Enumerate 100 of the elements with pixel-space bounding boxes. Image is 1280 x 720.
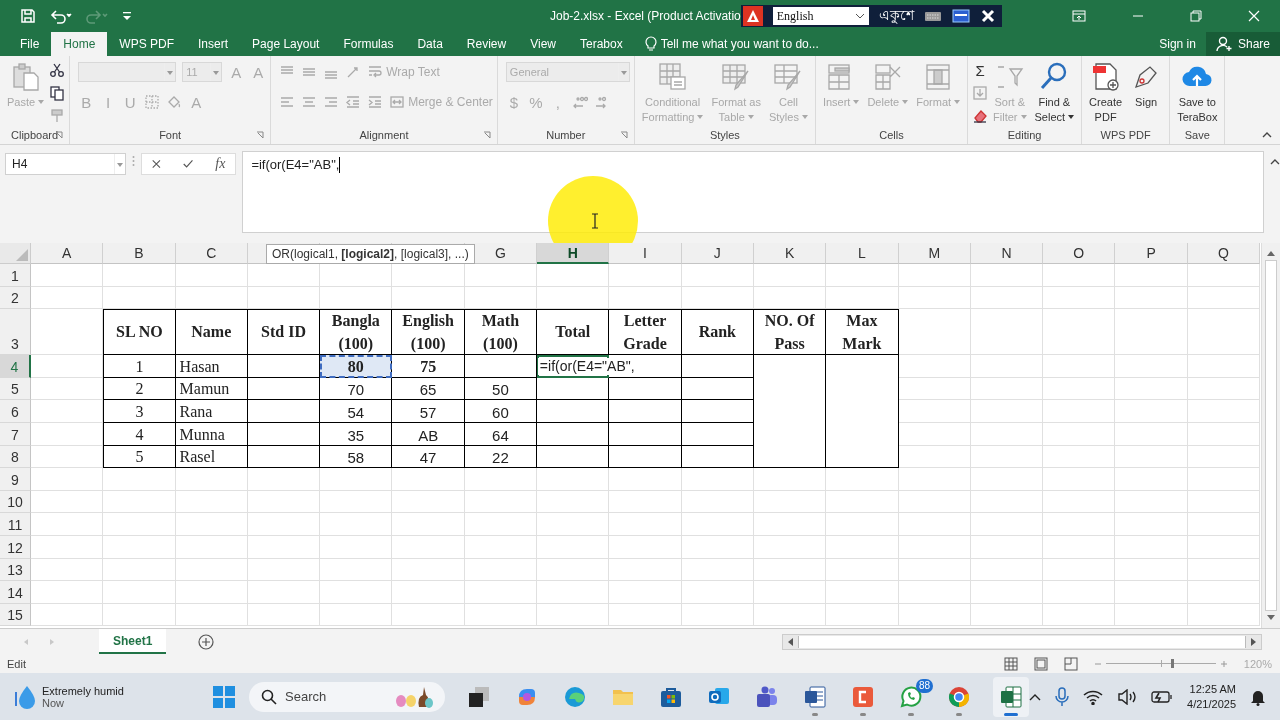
eraser-icon[interactable] xyxy=(972,108,989,124)
wifi-icon[interactable] xyxy=(1083,688,1104,705)
sheet-cell[interactable] xyxy=(175,581,248,604)
sheet-cell[interactable] xyxy=(970,309,1044,356)
row-header[interactable]: 13 xyxy=(0,558,31,582)
sheet-cell[interactable] xyxy=(681,513,754,536)
dialog-launcher-icon[interactable] xyxy=(482,131,491,139)
row-header[interactable]: 12 xyxy=(0,535,31,559)
sheet-cell[interactable] xyxy=(175,264,248,287)
sheet-cell[interactable] xyxy=(1187,490,1261,514)
sheet-cell[interactable] xyxy=(1187,400,1261,423)
sheet-cell[interactable] xyxy=(320,490,393,514)
sheet-cell[interactable] xyxy=(970,264,1044,287)
undo-icon[interactable] xyxy=(50,8,72,24)
sheet-cell[interactable] xyxy=(103,264,176,287)
row-header[interactable]: 11 xyxy=(0,513,31,536)
keyboard-layout-label[interactable]: একুশে xyxy=(878,4,914,28)
page-break-icon[interactable] xyxy=(1063,656,1078,671)
sheet-cell[interactable] xyxy=(537,513,610,536)
sheet-cell[interactable] xyxy=(970,513,1044,536)
people-app-icon[interactable] xyxy=(755,684,780,709)
sheet-cell[interactable] xyxy=(1187,445,1261,469)
sheet-cell[interactable] xyxy=(681,490,754,514)
sheet-cell[interactable] xyxy=(826,264,899,287)
sheet-cell[interactable] xyxy=(464,513,538,536)
sheet-cell[interactable] xyxy=(247,535,321,559)
column-header[interactable]: B xyxy=(103,243,176,264)
redo-icon[interactable] xyxy=(86,8,108,24)
sheet-cell[interactable] xyxy=(392,603,465,627)
sheet-cell[interactable] xyxy=(898,558,971,582)
sheet-cell[interactable] xyxy=(609,513,682,536)
sheet-cell[interactable] xyxy=(1187,468,1261,491)
sheet-cell[interactable] xyxy=(970,581,1044,604)
sheet-cell[interactable] xyxy=(247,581,321,604)
sheet-cell[interactable] xyxy=(392,490,465,514)
ribbon-button[interactable]: Create PDF xyxy=(1086,59,1126,125)
column-header[interactable]: P xyxy=(1115,243,1188,264)
sheet-cell[interactable] xyxy=(1043,445,1116,469)
collapse-icon[interactable] xyxy=(1270,159,1280,165)
sheet-cell[interactable] xyxy=(31,581,104,604)
sheet-cell[interactable] xyxy=(609,535,682,559)
formula-input[interactable]: =if(or(E4="AB", xyxy=(242,151,1265,233)
sheet-cell[interactable] xyxy=(1115,581,1188,604)
ribbon-button[interactable]: Find & Select xyxy=(1031,59,1078,125)
sheet-cell[interactable] xyxy=(320,603,393,627)
dialog-launcher-icon[interactable] xyxy=(256,131,265,139)
sheet-cell[interactable] xyxy=(31,490,104,514)
sheet-cell[interactable] xyxy=(970,490,1044,514)
sheet-cell[interactable] xyxy=(537,490,610,514)
battery-icon[interactable] xyxy=(1151,689,1174,704)
sheet-cell[interactable] xyxy=(247,513,321,536)
check-icon[interactable] xyxy=(183,158,194,170)
glyph-button[interactable]: Σ xyxy=(972,61,989,79)
sheet-cell[interactable] xyxy=(898,264,971,287)
sheet-cell[interactable] xyxy=(1043,558,1116,582)
sheet-cell[interactable] xyxy=(175,603,248,627)
sheet-cell[interactable] xyxy=(1115,535,1188,559)
sheet-cell[interactable] xyxy=(898,490,971,514)
sheet-cell[interactable] xyxy=(1043,422,1116,446)
column-header[interactable]: Q xyxy=(1187,243,1261,264)
sheet-cell[interactable] xyxy=(609,603,682,627)
sheet-cell[interactable] xyxy=(175,513,248,536)
sheet-cell[interactable] xyxy=(1115,422,1188,446)
ribbon-tab[interactable]: WPS PDF xyxy=(107,32,187,56)
sheet-cell[interactable] xyxy=(464,558,538,582)
insert-function-button[interactable]: fx xyxy=(215,156,226,172)
ribbon-button[interactable]: Sign xyxy=(1127,59,1166,110)
sheet-cell[interactable] xyxy=(753,513,827,536)
row-header[interactable]: 5 xyxy=(0,377,31,401)
sheet-cell[interactable] xyxy=(1043,513,1116,536)
sheet-cell[interactable] xyxy=(826,513,899,536)
sheet-cell[interactable] xyxy=(464,535,538,559)
browser-circle-icon[interactable] xyxy=(947,684,972,709)
name-box[interactable]: H4 xyxy=(5,153,127,175)
ribbon-tab[interactable]: View xyxy=(518,32,568,56)
sheet-cell[interactable] xyxy=(175,535,248,559)
restore-icon[interactable] xyxy=(1190,10,1202,22)
column-header[interactable]: M xyxy=(898,243,971,264)
language-dropdown[interactable]: English xyxy=(772,7,869,25)
sheet-cell[interactable] xyxy=(537,603,610,627)
sheet-cell[interactable] xyxy=(1043,400,1116,423)
sheet-cell[interactable] xyxy=(31,468,104,491)
sheet-cell[interactable] xyxy=(175,490,248,514)
sheet-tab[interactable]: Sheet1 xyxy=(99,629,167,654)
sheet-cell[interactable] xyxy=(320,558,393,582)
close-icon[interactable] xyxy=(979,8,996,24)
column-header[interactable]: O xyxy=(1043,243,1116,264)
sheet-cell[interactable] xyxy=(609,558,682,582)
sheet-cell[interactable] xyxy=(681,581,754,604)
sheet-cell[interactable] xyxy=(681,264,754,287)
sheet-cell[interactable] xyxy=(103,490,176,514)
vertical-scrollbar[interactable] xyxy=(1261,243,1280,628)
sheet-cell[interactable] xyxy=(1043,264,1116,287)
sheet-cell[interactable] xyxy=(898,603,971,627)
sheet-cell[interactable] xyxy=(970,535,1044,559)
cancel-icon[interactable] xyxy=(152,158,162,170)
sheet-cell[interactable] xyxy=(1043,603,1116,627)
sheet-cell[interactable] xyxy=(31,558,104,582)
ribbon-tab[interactable]: Terabox xyxy=(567,32,635,56)
collapse-ribbon-icon[interactable] xyxy=(1262,132,1272,138)
